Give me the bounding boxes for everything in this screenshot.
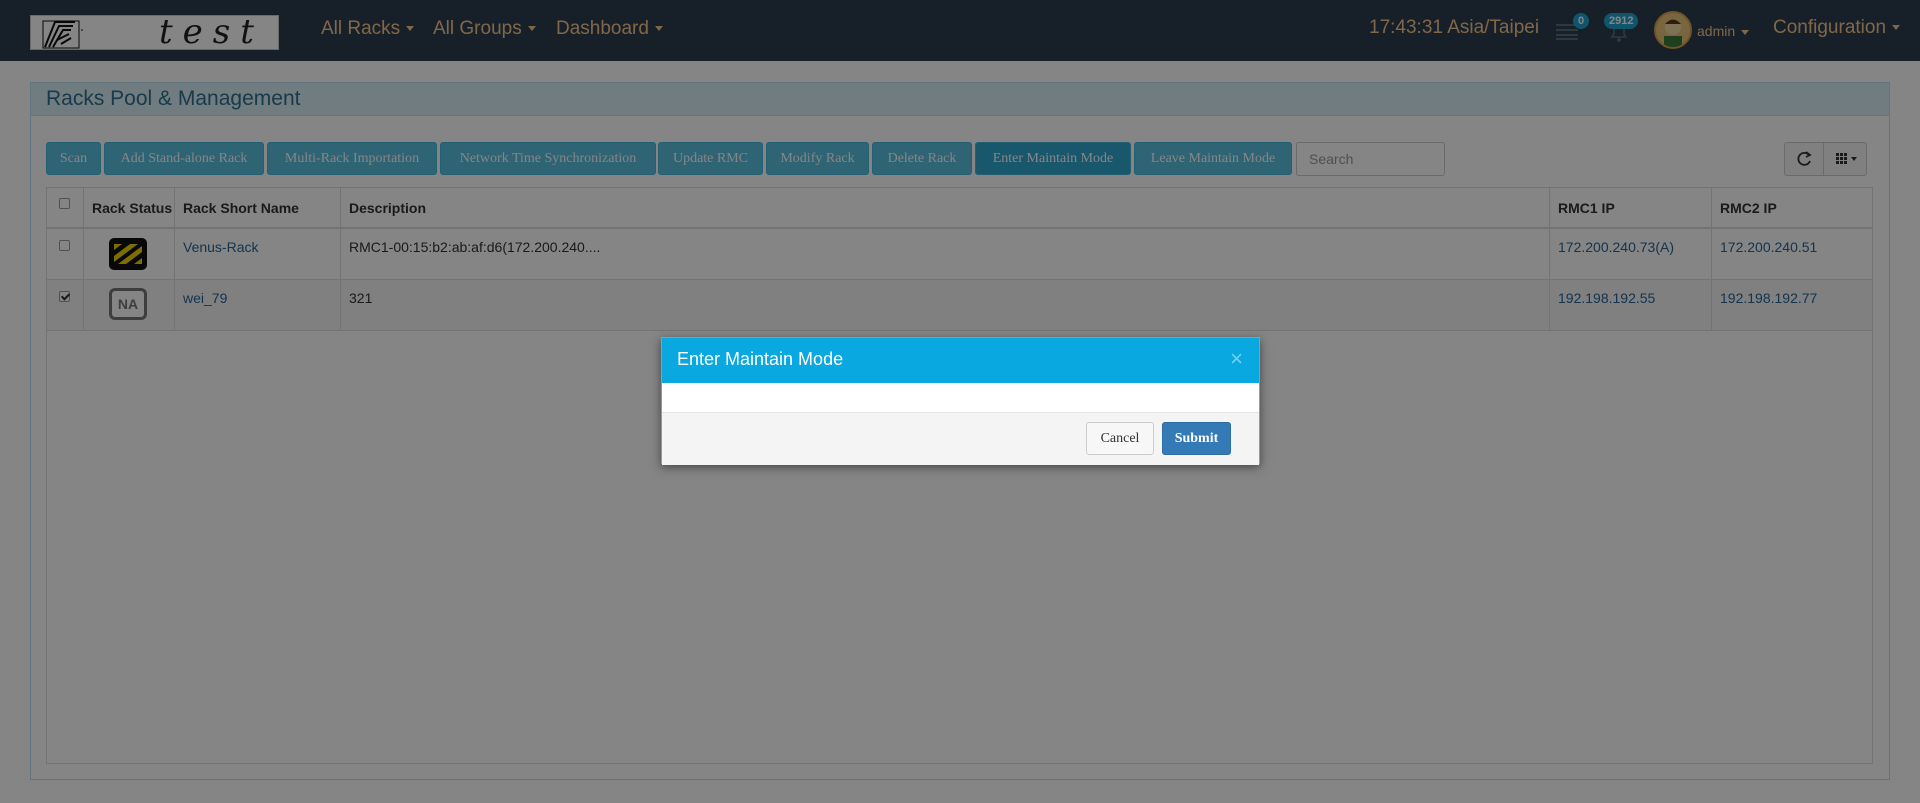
submit-button[interactable]: Submit [1162, 422, 1231, 455]
modal-title: Enter Maintain Mode [677, 349, 844, 369]
close-icon[interactable]: × [1230, 348, 1243, 370]
enter-maintain-mode-dialog: Enter Maintain Mode × Cancel Submit [661, 337, 1260, 465]
modal-header: Enter Maintain Mode × [662, 338, 1259, 383]
modal-footer: Cancel Submit [662, 412, 1259, 465]
cancel-button[interactable]: Cancel [1086, 422, 1154, 455]
